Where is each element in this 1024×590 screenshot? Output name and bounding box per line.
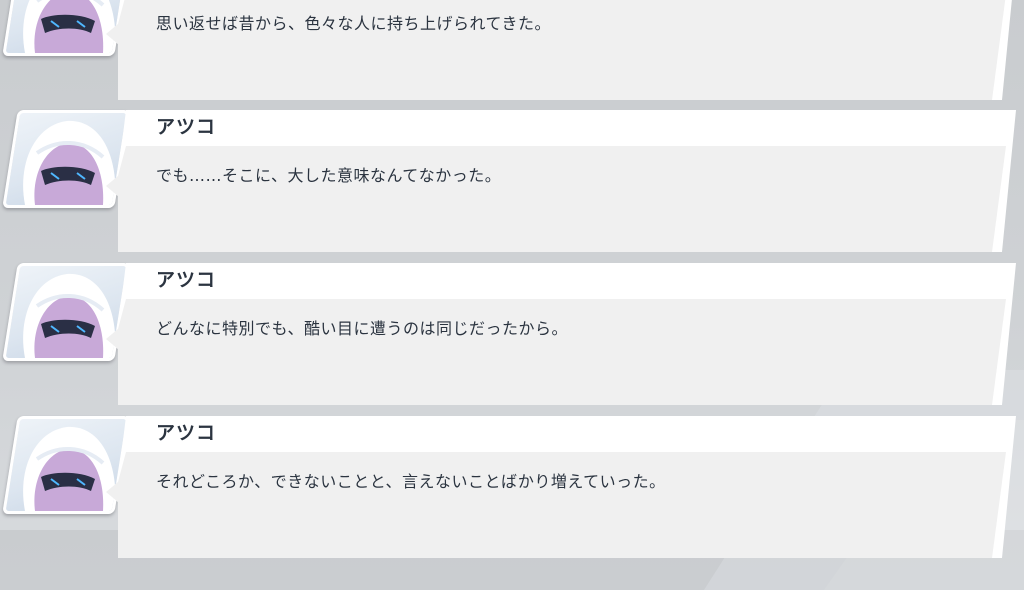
backlog-entry: アツコ でも……そこに、大した意味なんてなかった。 xyxy=(0,110,1024,262)
message-text: でも……そこに、大した意味なんてなかった。 xyxy=(156,166,502,185)
speaker-name: アツコ xyxy=(156,269,217,291)
speaker-avatar xyxy=(2,0,130,56)
speaker-name: アツコ xyxy=(156,116,217,138)
message-card: アツコ どんなに特別でも、酷い目に遭うのは同じだったから。 xyxy=(106,263,1016,405)
message-text: 思い返せば昔から、色々な人に持ち上げられてきた。 xyxy=(156,14,552,33)
atsuko-portrait-icon xyxy=(23,0,116,53)
atsuko-portrait-icon xyxy=(23,426,116,511)
backlog-entry: アツコ それどころか、できないことと、言えないことばかり増えていった。 xyxy=(0,416,1024,568)
speaker-avatar xyxy=(2,263,130,361)
speaker-name: アツコ xyxy=(156,422,217,444)
backlog-list[interactable]: 思い返せば昔から、色々な人に持ち上げられてきた。 アツコ でも……そこに、大した… xyxy=(0,0,1024,558)
message-card: アツコ それどころか、できないことと、言えないことばかり増えていった。 xyxy=(106,416,1016,558)
speaker-avatar xyxy=(2,110,130,208)
atsuko-portrait-icon xyxy=(23,273,116,358)
backlog-entry: アツコ どんなに特別でも、酷い目に遭うのは同じだったから。 xyxy=(0,263,1024,415)
message-text: それどころか、できないことと、言えないことばかり増えていった。 xyxy=(156,472,666,491)
message-text: どんなに特別でも、酷い目に遭うのは同じだったから。 xyxy=(156,319,569,338)
message-card: 思い返せば昔から、色々な人に持ち上げられてきた。 xyxy=(106,0,1016,100)
backlog-entry: 思い返せば昔から、色々な人に持ち上げられてきた。 xyxy=(0,0,1024,110)
speaker-avatar xyxy=(2,416,130,514)
message-card: アツコ でも……そこに、大した意味なんてなかった。 xyxy=(106,110,1016,252)
atsuko-portrait-icon xyxy=(23,120,116,205)
